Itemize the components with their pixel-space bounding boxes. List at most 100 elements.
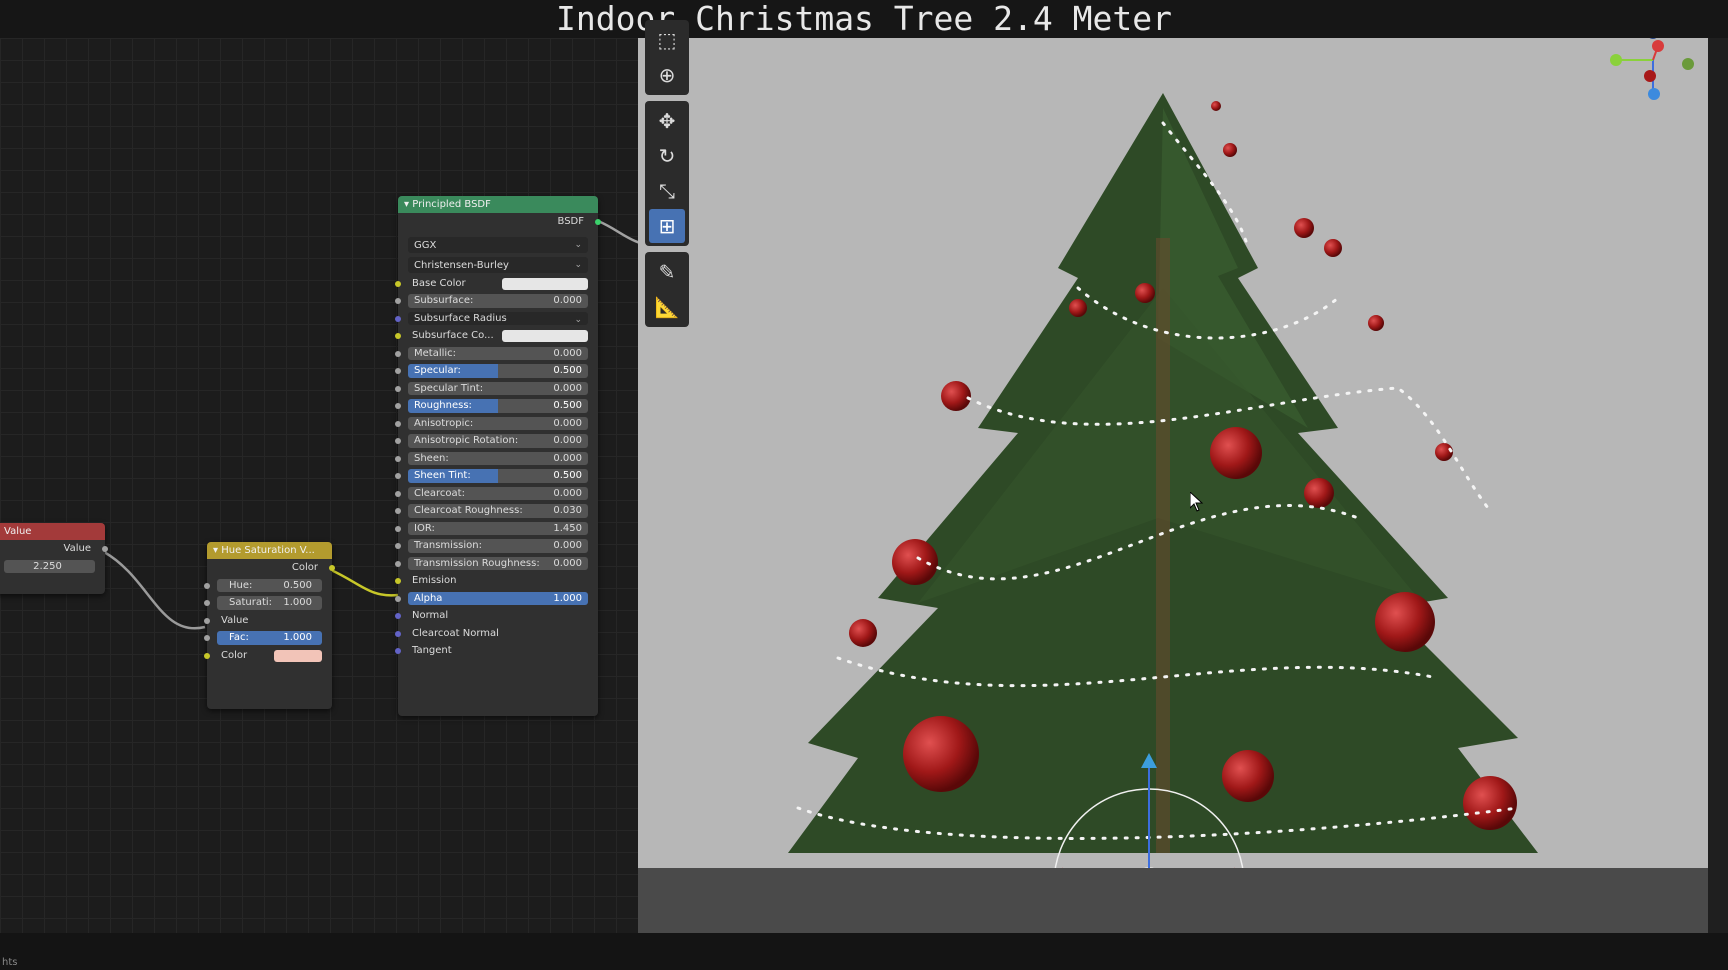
- input-socket[interactable]: [395, 438, 401, 444]
- saturation-socket[interactable]: [204, 600, 210, 606]
- properties-tab-strip[interactable]: [1708, 38, 1728, 933]
- hsv-value-socket[interactable]: [204, 617, 210, 624]
- value-node-header[interactable]: Value: [0, 523, 105, 540]
- rotate-icon[interactable]: ↻: [649, 139, 685, 173]
- input-socket[interactable]: [395, 368, 401, 374]
- input-socket[interactable]: [395, 403, 401, 409]
- bsdf-input-row[interactable]: Subsurface: 0.000: [395, 292, 598, 310]
- input-socket[interactable]: [395, 385, 401, 392]
- hue-node-title: Hue Saturation V...: [221, 545, 315, 556]
- input-value: 0.000: [553, 417, 582, 429]
- bsdf-input-row[interactable]: Base Color: [395, 275, 598, 293]
- subsurface-method-dropdown[interactable]: Christensen-Burley ⌄: [408, 256, 588, 273]
- bsdf-input-row[interactable]: Transmission Roughness: 0.000: [395, 555, 598, 573]
- input-value: 0.000: [553, 452, 582, 464]
- bsdf-input-row[interactable]: Metallic: 0.000: [395, 345, 598, 363]
- input-socket[interactable]: [395, 543, 401, 549]
- input-socket[interactable]: [395, 525, 401, 532]
- fac-row[interactable]: Fac: 1.000: [204, 629, 332, 647]
- 3d-viewport[interactable]: [638, 38, 1708, 933]
- tool-shelf: ⬚ ⊕ ✥ ↻ ⤡ ⊞ ✎ 📐: [645, 20, 689, 333]
- node-editor[interactable]: Value Value 2.250 ▾ Hue Saturation V... …: [0, 38, 638, 933]
- value-field-row[interactable]: 2.250: [0, 558, 105, 576]
- input-socket[interactable]: [395, 350, 401, 357]
- bsdf-input-row[interactable]: Clearcoat: 0.000: [395, 485, 598, 503]
- hsv-color-socket[interactable]: [204, 652, 210, 659]
- annotate-icon[interactable]: ✎: [649, 255, 685, 289]
- bsdf-input-row[interactable]: Specular Tint: 0.000: [395, 380, 598, 398]
- hue-output-row: Color: [207, 559, 335, 577]
- input-socket[interactable]: [395, 315, 401, 322]
- hsv-color-row[interactable]: Color: [204, 647, 332, 665]
- value-node-title: Value: [4, 526, 32, 537]
- cursor-icon[interactable]: ⊕: [649, 58, 685, 92]
- bsdf-input-row[interactable]: Anisotropic: 0.000: [395, 415, 598, 433]
- distribution-row[interactable]: GGX ⌄: [398, 235, 598, 255]
- distribution-dropdown[interactable]: GGX ⌄: [408, 236, 588, 253]
- select-box-icon[interactable]: ⬚: [649, 23, 685, 57]
- saturation-value: 1.000: [283, 597, 312, 608]
- input-socket[interactable]: [395, 630, 401, 637]
- collapse-icon[interactable]: ▾: [404, 199, 409, 210]
- bsdf-input-row[interactable]: Clearcoat Roughness: 0.030: [395, 502, 598, 520]
- principled-bsdf-node[interactable]: ▾ Principled BSDF BSDF GGX ⌄ Christensen…: [395, 196, 601, 716]
- subsurface-method-row[interactable]: Christensen-Burley ⌄: [398, 255, 598, 275]
- bsdf-input-row[interactable]: IOR: 1.450: [395, 520, 598, 538]
- move-icon[interactable]: ✥: [649, 104, 685, 138]
- chevron-down-icon: ⌄: [574, 239, 582, 250]
- input-socket[interactable]: [395, 280, 401, 287]
- bsdf-input-row[interactable]: Sheen Tint: 0.500: [395, 467, 598, 485]
- input-socket[interactable]: [395, 508, 401, 514]
- transform-icon[interactable]: ⊞: [649, 209, 685, 243]
- tool-group-transform: ✥ ↻ ⤡ ⊞: [645, 101, 689, 246]
- hsv-color-swatch[interactable]: [274, 649, 322, 662]
- input-label: Transmission Roughness:: [414, 557, 540, 569]
- bsdf-input-row[interactable]: Anisotropic Rotation: 0.000: [395, 432, 598, 450]
- input-label: Specular Tint:: [414, 382, 484, 394]
- input-socket[interactable]: [395, 648, 401, 654]
- measure-icon[interactable]: 📐: [649, 290, 685, 324]
- input-socket[interactable]: [395, 420, 401, 427]
- input-socket[interactable]: [395, 560, 401, 567]
- scale-icon[interactable]: ⤡: [649, 174, 685, 208]
- bsdf-input-row[interactable]: ⌄ Subsurface Radius: [395, 310, 598, 328]
- input-socket[interactable]: [395, 455, 401, 462]
- hue-saturation-node[interactable]: ▾ Hue Saturation V... Color Hue: 0.500 S…: [204, 542, 335, 709]
- input-socket[interactable]: [395, 613, 401, 619]
- input-label: Clearcoat Roughness:: [414, 505, 523, 516]
- fac-socket[interactable]: [204, 635, 210, 641]
- bsdf-node-header[interactable]: ▾ Principled BSDF: [398, 196, 598, 213]
- color-swatch[interactable]: [502, 330, 588, 342]
- input-socket[interactable]: [395, 578, 401, 584]
- bsdf-input-row[interactable]: Specular: 0.500: [395, 362, 598, 380]
- hue-node-header[interactable]: ▾ Hue Saturation V...: [207, 542, 332, 559]
- bsdf-input-row[interactable]: Emission: [395, 572, 598, 590]
- hue-output-socket[interactable]: [329, 565, 335, 571]
- input-socket[interactable]: [395, 298, 401, 304]
- hsv-value-label: Value: [221, 614, 249, 626]
- input-socket[interactable]: [395, 473, 401, 479]
- input-socket[interactable]: [395, 595, 401, 602]
- bsdf-input-row[interactable]: Alpha 1.000: [395, 590, 598, 608]
- input-socket[interactable]: [395, 333, 401, 339]
- collapse-icon[interactable]: ▾: [213, 545, 218, 556]
- bsdf-input-row[interactable]: Normal: [395, 607, 598, 625]
- input-label: Clearcoat:: [414, 487, 465, 499]
- bsdf-input-row[interactable]: Roughness: 0.500: [395, 397, 598, 415]
- value-node[interactable]: Value Value 2.250: [0, 523, 108, 594]
- bsdf-input-row[interactable]: Subsurface Co...: [395, 327, 598, 345]
- value-output-socket[interactable]: [102, 546, 108, 552]
- input-value: 0.500: [553, 400, 582, 411]
- saturation-row[interactable]: Saturati: 1.000: [204, 594, 332, 612]
- fac-value: 1.000: [283, 632, 312, 643]
- color-swatch[interactable]: [502, 277, 588, 290]
- hue-socket[interactable]: [204, 582, 210, 589]
- input-socket[interactable]: [395, 490, 401, 497]
- bsdf-input-row[interactable]: Transmission: 0.000: [395, 537, 598, 555]
- bsdf-input-row[interactable]: Sheen: 0.000: [395, 450, 598, 468]
- input-label: Specular:: [414, 365, 461, 376]
- hue-row[interactable]: Hue: 0.500: [204, 577, 332, 595]
- bsdf-output-socket[interactable]: [595, 219, 601, 225]
- bsdf-input-row[interactable]: Clearcoat Normal: [395, 625, 598, 643]
- bsdf-input-row[interactable]: Tangent: [395, 642, 598, 660]
